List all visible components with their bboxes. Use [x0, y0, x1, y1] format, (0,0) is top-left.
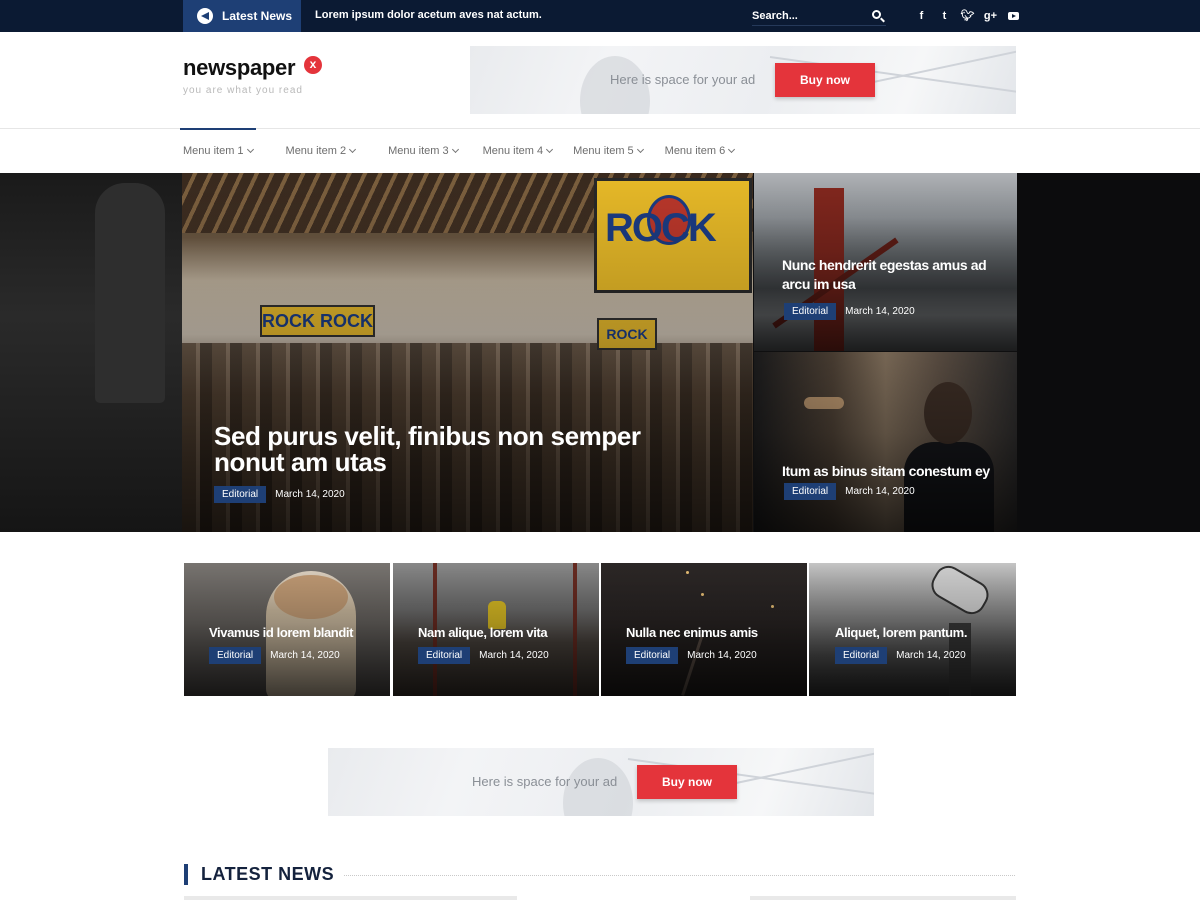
search-icon[interactable]: [872, 10, 881, 19]
main-navigation: Menu item 1 Menu item 2 Menu item 3 Menu…: [0, 128, 1200, 173]
news-ticker[interactable]: Lorem ipsum dolor acetum aves nat actum.: [315, 9, 542, 21]
header-ad-banner[interactable]: Here is space for your ad Buy now: [470, 46, 1016, 114]
article-title[interactable]: Vivamus id lorem blandit: [209, 625, 353, 640]
nav-item-5[interactable]: Menu item 5: [570, 129, 646, 173]
article-title[interactable]: Nam alique, lorem vita: [418, 625, 548, 640]
nav-item-1[interactable]: Menu item 1: [180, 128, 256, 173]
article-date: March 14, 2020: [479, 650, 549, 661]
category-badge[interactable]: Editorial: [418, 647, 471, 664]
grid-article[interactable]: Aliquet, lorem pantum. Editorial March 1…: [809, 563, 1016, 696]
youtube-icon[interactable]: [1002, 8, 1025, 25]
article-date: March 14, 2020: [687, 650, 757, 661]
article-title[interactable]: Nunc hendrerit egestas amus ad arcu im u…: [782, 256, 987, 294]
hero-section: ROCK ROCK ROCK ROCK Sed purus velit, fin…: [0, 173, 1200, 532]
section-accent-bar: [184, 864, 188, 885]
twitter-icon[interactable]: 🐦︎: [956, 8, 979, 25]
social-links: f t 🐦︎ g+: [910, 8, 1025, 25]
latest-news-tag: Latest News: [183, 0, 301, 32]
article-title[interactable]: Nulla nec enimus amis: [626, 625, 758, 640]
buy-now-button[interactable]: Buy now: [775, 63, 875, 97]
chevron-down-icon: [728, 145, 736, 154]
site-logo[interactable]: newspaper x you are what you read: [183, 55, 322, 96]
article-date: March 14, 2020: [270, 650, 340, 661]
category-badge[interactable]: Editorial: [209, 647, 262, 664]
top-bar: Latest News Lorem ipsum dolor acetum ave…: [0, 0, 1200, 32]
article-date: March 14, 2020: [896, 650, 966, 661]
nav-item-3[interactable]: Menu item 3: [385, 129, 461, 173]
grid-article[interactable]: Nulla nec enimus amis Editorial March 14…: [601, 563, 807, 696]
search-input[interactable]: [752, 7, 862, 25]
chevron-down-icon: [546, 145, 554, 154]
hero-main-article[interactable]: ROCK ROCK ROCK ROCK Sed purus velit, fin…: [182, 173, 753, 532]
latest-news-preview: [184, 896, 1016, 900]
facebook-icon[interactable]: f: [910, 8, 933, 25]
article-date: March 14, 2020: [275, 489, 345, 500]
article-date: March 14, 2020: [845, 486, 915, 497]
ad-text: Here is space for your ad: [472, 774, 618, 789]
category-badge[interactable]: Editorial: [835, 647, 888, 664]
ad-text: Here is space for your ad: [610, 72, 756, 87]
category-badge[interactable]: Editorial: [784, 483, 837, 500]
logo-mark: x: [304, 56, 322, 74]
article-title[interactable]: Itum as binus sitam conestum ey: [782, 462, 990, 480]
hero-side-article[interactable]: Nunc hendrerit egestas amus ad arcu im u…: [754, 173, 1017, 351]
logo-text: newspaper: [183, 55, 296, 80]
hero-background-image: [1017, 173, 1200, 532]
section-divider: [344, 875, 1015, 876]
hero-side-article[interactable]: Itum as binus sitam conestum ey Editoria…: [754, 352, 1017, 532]
grid-article[interactable]: Nam alique, lorem vita Editorial March 1…: [393, 563, 599, 696]
category-badge[interactable]: Editorial: [214, 486, 267, 503]
category-badge[interactable]: Editorial: [626, 647, 679, 664]
chevron-down-icon: [451, 145, 459, 154]
google-plus-icon[interactable]: g+: [979, 8, 1002, 25]
tumblr-icon[interactable]: t: [933, 8, 956, 25]
search-box[interactable]: [752, 6, 886, 26]
category-badge[interactable]: Editorial: [784, 303, 837, 320]
megaphone-icon: [197, 8, 213, 24]
content-ad-banner[interactable]: Here is space for your ad Buy now: [328, 748, 874, 816]
article-date: March 14, 2020: [845, 306, 915, 317]
article-title[interactable]: Aliquet, lorem pantum.: [835, 625, 967, 640]
chevron-down-icon: [246, 145, 254, 154]
buy-now-button[interactable]: Buy now: [637, 765, 737, 799]
site-tagline: you are what you read: [183, 85, 303, 96]
hero-background-image: [0, 173, 182, 532]
article-title[interactable]: Sed purus velit, finibus non semper nonu…: [214, 423, 641, 475]
latest-news-label: Latest News: [222, 9, 293, 23]
section-title: LATEST NEWS: [201, 864, 335, 884]
nav-item-6[interactable]: Menu item 6: [662, 129, 738, 173]
nav-item-2[interactable]: Menu item 2: [283, 129, 359, 173]
grid-article[interactable]: Vivamus id lorem blandit Editorial March…: [184, 563, 390, 696]
nav-item-4[interactable]: Menu item 4: [480, 129, 556, 173]
chevron-down-icon: [636, 145, 644, 154]
chevron-down-icon: [349, 145, 357, 154]
